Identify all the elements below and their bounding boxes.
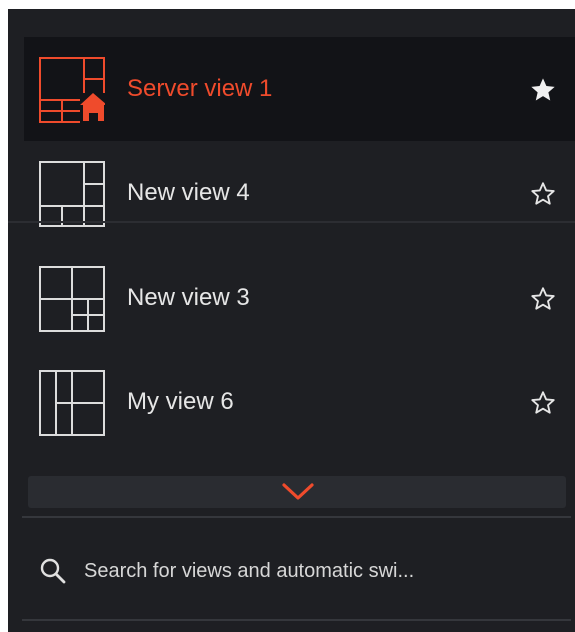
- star-outline-icon[interactable]: [529, 389, 557, 417]
- star-filled-icon[interactable]: [529, 76, 557, 104]
- divider: [22, 619, 571, 621]
- search-input[interactable]: Search for views and automatic swi...: [38, 552, 558, 590]
- star-outline-icon[interactable]: [529, 180, 557, 208]
- view-item-new-view-3[interactable]: New view 3: [24, 246, 575, 350]
- view-item-server-view-1[interactable]: Server view 1: [24, 37, 575, 141]
- view-layout-icon: [39, 266, 105, 332]
- search-placeholder: Search for views and automatic swi...: [84, 560, 415, 582]
- divider: [8, 221, 575, 223]
- server-view-layout-icon: [39, 57, 105, 123]
- views-panel: Server view 1 New view 4 New view 3 My v…: [8, 9, 575, 632]
- view-layout-icon: [39, 370, 105, 436]
- star-outline-icon[interactable]: [529, 285, 557, 313]
- view-item-new-view-4[interactable]: New view 4: [24, 141, 575, 245]
- chevron-down-icon: [282, 483, 314, 500]
- view-label: New view 3: [127, 284, 250, 311]
- view-label: New view 4: [127, 179, 250, 206]
- divider: [22, 516, 571, 518]
- view-label: Server view 1: [127, 75, 273, 102]
- search-icon: [40, 558, 66, 584]
- show-more-button[interactable]: [28, 476, 566, 508]
- view-label: My view 6: [127, 388, 234, 415]
- view-item-my-view-6[interactable]: My view 6: [24, 350, 575, 454]
- view-layout-icon: [39, 161, 105, 227]
